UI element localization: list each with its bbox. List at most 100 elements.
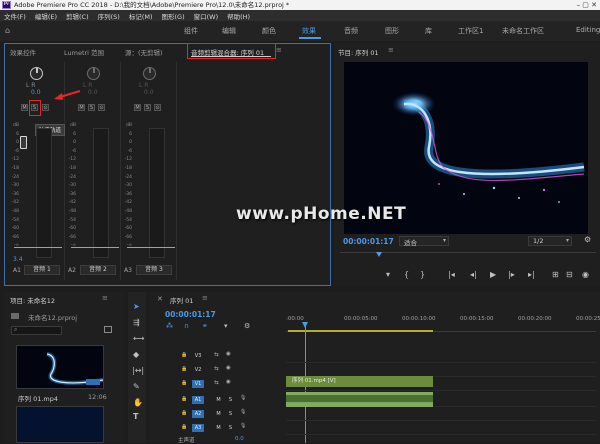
resolution-dropdown[interactable]: 1/2 ▾ (528, 236, 572, 246)
work-area-bar[interactable] (288, 330, 433, 332)
sync-lock-icon[interactable]: ⇆ (214, 366, 219, 372)
insert-icon[interactable]: ⊞ (552, 270, 559, 279)
menu-item[interactable]: 序列(S) (98, 11, 120, 21)
slip-tool-icon[interactable]: |↔| (132, 366, 144, 375)
wrench-icon[interactable]: ⚙ (584, 235, 591, 244)
video-clip-v1[interactable]: 序列 01.mp4 [V] (286, 376, 433, 387)
timeline-timecode[interactable]: 00:00:01:17 (165, 310, 216, 319)
step-forward-icon[interactable]: |▸ (508, 270, 515, 279)
lock-icon[interactable]: 🔒 (181, 366, 187, 372)
snap-icon[interactable]: ∩ (184, 322, 189, 330)
mute-button-a2[interactable]: M (78, 104, 85, 111)
mute-button-track-a2[interactable]: M (214, 410, 223, 418)
menu-item[interactable]: 图形(G) (162, 11, 185, 21)
tab-source[interactable]: 源：(无剪辑) (125, 47, 163, 57)
workspace-tab-editing[interactable]: 编辑 (222, 26, 236, 36)
panel-menu-icon[interactable]: ≡ (388, 46, 394, 54)
add-marker-icon[interactable]: ▾ (386, 270, 390, 279)
export-frame-icon[interactable]: ◉ (582, 270, 589, 279)
menu-item[interactable]: 帮助(H) (227, 11, 250, 21)
project-search-input[interactable]: ⌕ (11, 326, 62, 335)
go-to-in-icon[interactable]: |◂ (448, 270, 455, 279)
mute-button-track-a1[interactable]: M (214, 396, 223, 404)
mute-button-track-a3[interactable]: M (214, 424, 223, 432)
workspace-tab-unnamed[interactable]: 未命名工作区 (502, 26, 544, 36)
track-target-a1[interactable]: A1 (192, 396, 204, 404)
menu-item[interactable]: 剪辑(C) (66, 11, 89, 21)
overwrite-icon[interactable]: ⊟ (566, 270, 573, 279)
lock-icon[interactable]: 🔒 (181, 380, 187, 386)
clip-name[interactable]: 序列 01.mp4 (18, 393, 58, 403)
mute-button-a3[interactable]: M (134, 104, 141, 111)
pan-knob-a3[interactable] (143, 67, 156, 80)
track-target-v1[interactable]: V1 (192, 380, 204, 388)
eye-icon[interactable]: ◉ (226, 351, 231, 357)
program-timecode[interactable]: 00:00:01:17 (343, 237, 394, 246)
track-target-v3[interactable]: V3 (192, 352, 204, 360)
pan-knob-a1[interactable] (30, 67, 43, 80)
workspace-tab-editing-en[interactable]: Editing (576, 26, 600, 34)
window-controls[interactable]: – ▢ ✕ (560, 0, 600, 10)
panel-menu-icon[interactable]: ≡ (276, 46, 282, 54)
workspace-tab-effects[interactable]: 效果 (302, 26, 316, 36)
ripple-edit-tool-icon[interactable]: ⟷ (133, 334, 144, 343)
eye-icon[interactable]: ◉ (226, 365, 231, 371)
clip-thumbnail-2[interactable] (16, 406, 104, 443)
mark-in-icon[interactable]: { (404, 270, 409, 279)
settings-icon[interactable]: ⚙ (244, 322, 250, 330)
workspace-tab-libraries[interactable]: 库 (425, 26, 432, 36)
workspace-tab-workspace1[interactable]: 工作区1 (458, 26, 483, 36)
pan-knob-a2[interactable] (87, 67, 100, 80)
sync-lock-icon[interactable]: ⇆ (214, 352, 219, 358)
lock-icon[interactable]: 🔒 (181, 396, 187, 402)
fit-dropdown[interactable]: 适合 ▾ (399, 236, 449, 247)
mark-out-icon[interactable]: } (420, 270, 425, 279)
menu-item[interactable]: 文件(F) (4, 11, 26, 21)
new-bin-icon[interactable] (104, 326, 112, 333)
record-button-a3[interactable]: ⊙ (154, 104, 161, 111)
menu-item[interactable]: 标记(M) (129, 11, 153, 21)
pen-tool-icon[interactable]: ✎ (133, 382, 140, 391)
microphone-icon[interactable]: 🎙 (240, 409, 246, 415)
mute-button-a1[interactable]: M (21, 104, 28, 111)
workspace-tab-assembly[interactable]: 组件 (184, 26, 198, 36)
go-to-out-icon[interactable]: ▸| (528, 270, 535, 279)
lock-icon[interactable]: 🔒 (181, 352, 187, 358)
workspace-tab-color[interactable]: 颜色 (262, 26, 276, 36)
step-back-icon[interactable]: ◂| (470, 270, 477, 279)
sync-lock-icon[interactable]: ⇆ (214, 380, 219, 386)
razor-tool-icon[interactable]: ◆ (133, 350, 139, 359)
panel-menu-icon[interactable]: ≡ (102, 294, 108, 302)
workspace-tab-audio[interactable]: 音频 (344, 26, 358, 36)
playhead-cap[interactable] (302, 322, 308, 328)
home-icon[interactable]: ⌂ (5, 26, 10, 35)
track-name-a2[interactable]: 音频 2 (80, 265, 116, 275)
track-target-v2[interactable]: V2 (192, 366, 204, 374)
volume-fader-a1[interactable] (20, 136, 27, 149)
play-icon[interactable]: ▶ (490, 270, 496, 279)
microphone-icon[interactable]: 🎙 (240, 395, 246, 401)
linked-selection-icon[interactable]: ⚭ (202, 322, 208, 330)
solo-button-track-a1[interactable]: S (226, 396, 235, 404)
audio-clip-a2[interactable] (286, 403, 433, 407)
solo-button-track-a2[interactable]: S (226, 410, 235, 418)
lock-icon[interactable]: 🔒 (181, 424, 187, 430)
solo-button-a1[interactable]: S (31, 104, 38, 111)
eye-icon[interactable]: ◉ (226, 379, 231, 385)
time-ruler[interactable]: :00:00 00:00:05:00 00:00:10:00 00:00:15:00 0… (286, 312, 600, 332)
lock-icon[interactable]: 🔒 (181, 410, 187, 416)
record-button-a2[interactable]: ⊙ (98, 104, 105, 111)
record-button-a1[interactable]: ⊙ (42, 104, 49, 111)
nest-icon[interactable]: ⁂ (166, 322, 173, 330)
tab-lumetri-scopes[interactable]: Lumetri 范围 (64, 47, 104, 57)
playhead-marker[interactable] (376, 252, 382, 257)
panel-menu-icon[interactable]: ≡ (202, 294, 208, 302)
type-tool-icon[interactable]: T (133, 412, 138, 421)
solo-button-a3[interactable]: S (144, 104, 151, 111)
track-name-a3[interactable]: 音频 3 (136, 265, 172, 275)
menu-item[interactable]: 编辑(E) (35, 11, 57, 21)
solo-button-track-a3[interactable]: S (226, 424, 235, 432)
track-select-tool-icon[interactable]: ⇶ (133, 318, 140, 327)
add-marker-icon[interactable]: ▾ (224, 322, 228, 330)
solo-button-a2[interactable]: S (88, 104, 95, 111)
